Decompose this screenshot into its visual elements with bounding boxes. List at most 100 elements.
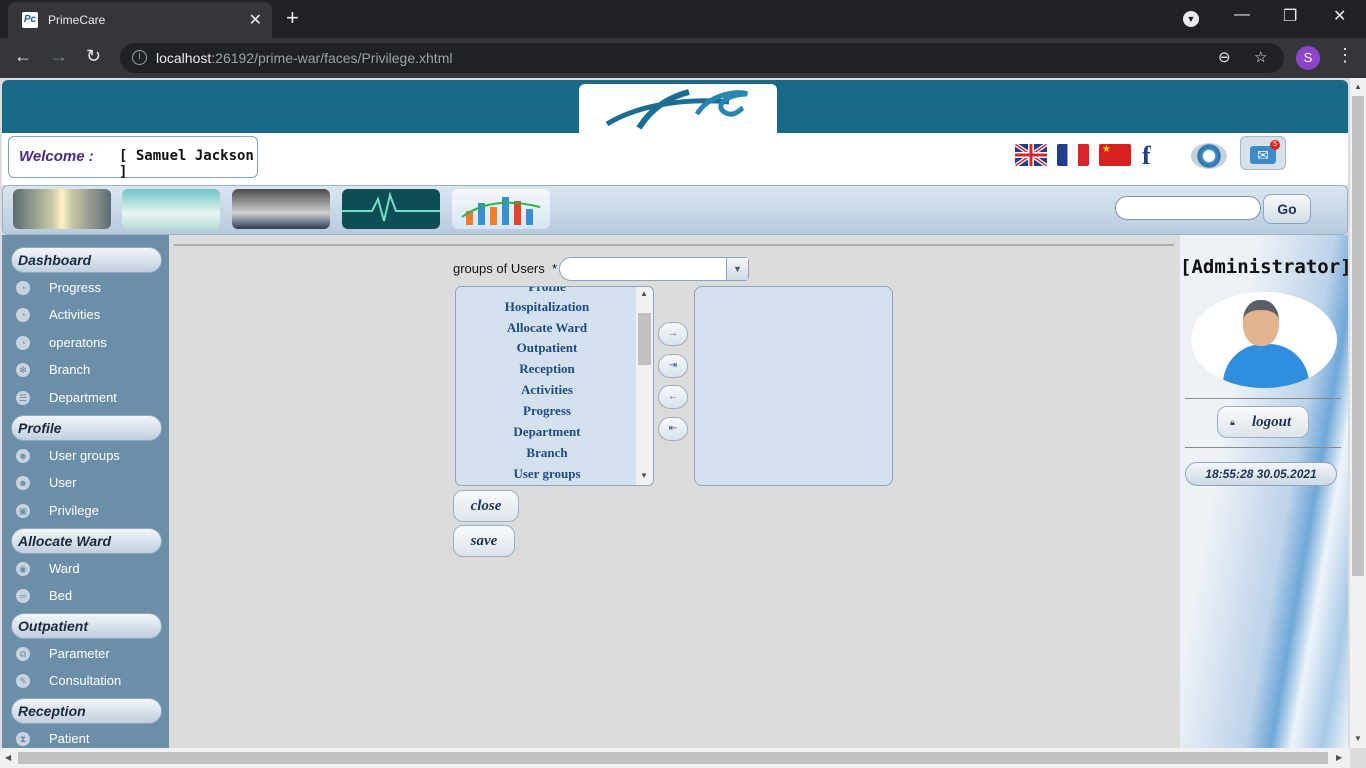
chinese-flag-icon[interactable]: ★ xyxy=(1099,144,1131,166)
browser-tab-strip: Pc PrimeCare ✕ + ▼ — ❐ ✕ xyxy=(0,0,1366,38)
sidebar-item-department[interactable]: ☰ Department xyxy=(16,388,166,408)
user-icon: ☻ xyxy=(16,476,30,490)
picklist-item[interactable]: Hospitalization xyxy=(456,299,638,315)
mail-icon[interactable]: ✉ 5 xyxy=(1240,136,1286,170)
browser-tab[interactable]: Pc PrimeCare ✕ xyxy=(8,2,272,38)
content-divider xyxy=(174,244,1174,246)
picklist-item[interactable]: User groups xyxy=(456,466,638,482)
scroll-down-icon[interactable]: ▼ xyxy=(1354,734,1362,743)
sidebar-section-dashboard[interactable]: Dashboard xyxy=(11,247,162,273)
hospitalization-image-button[interactable] xyxy=(13,189,111,229)
sidebar-item-user[interactable]: ☻ User xyxy=(16,473,166,493)
sidebar-item-ward[interactable]: ◉ Ward xyxy=(16,559,166,579)
user-groups-icon: ☻ xyxy=(16,449,30,463)
picklist-item[interactable]: Progress xyxy=(456,403,638,419)
activities-icon: ◔ xyxy=(16,308,30,322)
site-info-icon[interactable]: i xyxy=(132,50,147,65)
scroll-down-icon[interactable]: ▼ xyxy=(640,471,648,480)
picklist-scroll-thumb[interactable] xyxy=(638,313,651,365)
page-horizontal-scrollbar[interactable]: ◀ ▶ xyxy=(0,748,1350,768)
sidebar-section-outpatient[interactable]: Outpatient xyxy=(11,613,162,639)
sidebar: Dashboard ◔ Progress ◔ Activities ◔ operato… xyxy=(2,235,169,748)
lock-icon: 🔒︎ xyxy=(1230,417,1235,427)
primecare-logo xyxy=(579,84,777,136)
laboratory-image-button[interactable] xyxy=(232,189,330,229)
page-vertical-scrollbar[interactable]: ▲ ▼ xyxy=(1350,78,1366,748)
maximize-icon[interactable]: ❐ xyxy=(1283,6,1297,26)
english-flag-icon[interactable] xyxy=(1015,144,1047,166)
vertical-scroll-thumb[interactable] xyxy=(1352,96,1364,576)
user-role: [Administrator] xyxy=(1180,256,1350,278)
picklist-item[interactable]: Profile xyxy=(456,287,638,295)
sidebar-item-branch[interactable]: ✻ Branch xyxy=(16,360,166,380)
sidebar-item-parameter[interactable]: ⧉ Parameter xyxy=(16,644,166,664)
save-button[interactable]: save xyxy=(453,525,515,557)
french-flag-icon[interactable] xyxy=(1057,144,1089,166)
clock: 18:55:28 30.05.2021 xyxy=(1185,462,1337,486)
address-bar[interactable]: i localhost:26192/prime-war/faces/Privil… xyxy=(120,43,1284,73)
settings-icon[interactable] xyxy=(1191,143,1227,169)
ecg-image-button[interactable] xyxy=(342,189,440,229)
tab-search-icon[interactable]: ▼ xyxy=(1183,11,1199,27)
sidebar-item-patient[interactable]: ⧗ Patient xyxy=(16,729,166,748)
sidebar-item-privilege[interactable]: ▣ Privilege xyxy=(16,501,166,521)
welcome-strip: Welcome : [ Samuel Jackson ] ★ f ✉ 5 xyxy=(2,133,1348,185)
go-button[interactable]: Go xyxy=(1263,194,1311,224)
picklist-item[interactable]: Allocate Ward xyxy=(456,320,638,336)
module-menubar: Go xyxy=(2,185,1348,235)
tab-close-icon[interactable]: ✕ xyxy=(249,10,262,30)
picklist-item[interactable]: Department xyxy=(456,424,638,440)
progress-icon: ◔ xyxy=(16,281,30,295)
sidebar-item-progress[interactable]: ◔ Progress xyxy=(16,278,166,298)
picklist-scrollbar[interactable]: ▲ ▼ xyxy=(636,287,653,485)
scroll-left-icon[interactable]: ◀ xyxy=(5,753,11,762)
logout-button[interactable]: 🔒︎ logout xyxy=(1217,406,1309,438)
sidebar-section-reception[interactable]: Reception xyxy=(11,698,162,724)
picklist-source[interactable]: Profile Hospitalization Allocate Ward Ou… xyxy=(455,286,654,486)
picklist-target[interactable] xyxy=(694,286,893,486)
remove-all-button[interactable]: ⇤ xyxy=(658,417,688,441)
picklist-item[interactable]: Reception xyxy=(456,361,638,377)
mail-count-badge: 5 xyxy=(1270,140,1280,150)
close-button[interactable]: close xyxy=(453,490,519,522)
scroll-up-icon[interactable]: ▲ xyxy=(1354,82,1362,91)
sidebar-item-operatons[interactable]: ◔ operatons xyxy=(16,333,166,353)
reload-icon[interactable]: ↻ xyxy=(86,46,101,67)
search-input[interactable] xyxy=(1115,196,1261,220)
chevron-down-icon[interactable]: ▼ xyxy=(726,258,748,280)
page: Welcome : [ Samuel Jackson ] ★ f ✉ 5 Go … xyxy=(0,78,1350,748)
ward-icon: ◉ xyxy=(16,562,30,576)
sidebar-item-user-groups[interactable]: ☻ User groups xyxy=(16,446,166,466)
ward-image-button[interactable] xyxy=(122,189,220,229)
sidebar-section-allocate-ward[interactable]: Allocate Ward xyxy=(11,528,162,554)
profile-avatar[interactable]: S xyxy=(1296,46,1320,70)
browser-menu-icon[interactable]: ⋮ xyxy=(1336,45,1354,66)
sidebar-item-bed[interactable]: ═ Bed xyxy=(16,586,166,606)
add-button[interactable]: → xyxy=(658,322,688,346)
sidebar-item-consultation[interactable]: ✎ Consultation xyxy=(16,671,166,691)
sidebar-section-profile[interactable]: Profile xyxy=(11,415,162,441)
groups-of-users-select[interactable]: ▼ xyxy=(559,257,749,281)
branch-icon: ✻ xyxy=(16,363,30,377)
user-panel: [Administrator] 🔒︎ logout 18:55:28 30.05… xyxy=(1180,235,1350,748)
scroll-right-icon[interactable]: ▶ xyxy=(1336,753,1342,762)
bookmark-star-icon[interactable]: ☆ xyxy=(1254,48,1267,66)
groups-of-users-label: groups of Users * xyxy=(453,261,558,276)
zoom-icon[interactable]: ⊖ xyxy=(1218,48,1231,66)
avatar-head-shape xyxy=(1243,300,1279,346)
add-all-button[interactable]: ⇥ xyxy=(658,354,688,378)
picklist-item[interactable]: Branch xyxy=(456,445,638,461)
new-tab-icon[interactable]: + xyxy=(286,5,299,31)
scroll-up-icon[interactable]: ▲ xyxy=(640,289,648,298)
sidebar-item-activities[interactable]: ◔ Activities xyxy=(16,305,166,325)
remove-button[interactable]: ← xyxy=(658,385,688,409)
horizontal-scroll-thumb[interactable] xyxy=(18,752,1328,764)
statistics-image-button[interactable] xyxy=(452,189,550,229)
forward-icon[interactable]: → xyxy=(50,46,68,67)
back-icon[interactable]: ← xyxy=(14,46,32,67)
minimize-icon[interactable]: — xyxy=(1234,6,1250,24)
picklist-item[interactable]: Activities xyxy=(456,382,638,398)
picklist-item[interactable]: Outpatient xyxy=(456,340,638,356)
window-close-icon[interactable]: ✕ xyxy=(1333,6,1346,26)
facebook-icon[interactable]: f xyxy=(1142,141,1178,170)
